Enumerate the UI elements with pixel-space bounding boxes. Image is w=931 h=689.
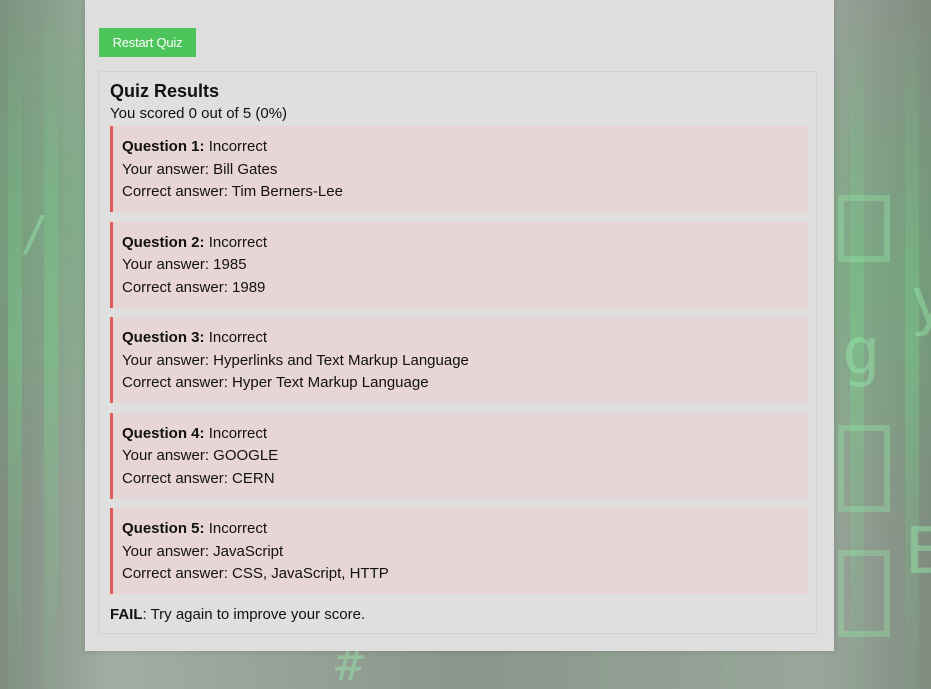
quiz-results-box: Quiz Results You scored 0 out of 5 (0%) … xyxy=(99,71,817,634)
question-result-item: Question 4: Incorrect Your answer: GOOGL… xyxy=(110,412,808,499)
your-answer: Your answer: 1985 xyxy=(122,256,247,274)
question-label: Question 2: xyxy=(122,233,205,251)
question-result-item: Question 1: Incorrect Your answer: Bill … xyxy=(110,126,808,212)
correct-answer: Correct answer: CSS, JavaScript, HTTP xyxy=(122,565,389,583)
verdict-text: : Try again to improve your score. xyxy=(142,606,366,623)
quiz-panel: Restart Quiz Quiz Results You scored 0 o… xyxy=(85,0,834,651)
score-summary: You scored 0 out of 5 (0%) xyxy=(110,105,288,122)
your-answer: Your answer: GOOGLE xyxy=(122,447,279,465)
question-status: Incorrect xyxy=(208,424,268,442)
question-result-item: Question 2: Incorrect Your answer: 1985 … xyxy=(110,221,808,308)
question-status: Incorrect xyxy=(208,520,268,538)
results-title: Quiz Results xyxy=(110,81,220,101)
correct-answer: Correct answer: Hyper Text Markup Langua… xyxy=(122,374,429,392)
verdict-message: FAIL: Try again to improve your score. xyxy=(110,606,365,623)
question-results-list: Question 1: Incorrect Your answer: Bill … xyxy=(110,126,808,604)
question-status: Incorrect xyxy=(208,233,268,251)
question-status: Incorrect xyxy=(208,329,268,347)
question-result-item: Question 3: Incorrect Your answer: Hyper… xyxy=(110,317,808,404)
your-answer: Your answer: JavaScript xyxy=(122,542,284,560)
question-result-item: Question 5: Incorrect Your answer: JavaS… xyxy=(110,508,808,595)
correct-answer: Correct answer: 1989 xyxy=(122,278,266,296)
question-label: Question 1: xyxy=(122,138,205,155)
question-label: Question 4: xyxy=(122,424,205,442)
correct-answer: Correct answer: Tim Berners-Lee xyxy=(122,183,343,200)
correct-answer: Correct answer: CERN xyxy=(122,469,275,487)
your-answer: Your answer: Bill Gates xyxy=(122,160,278,178)
your-answer: Your answer: Hyperlinks and Text Markup … xyxy=(122,351,469,369)
question-label: Question 3: xyxy=(122,329,205,347)
question-status: Incorrect xyxy=(208,138,268,155)
question-label: Question 5: xyxy=(122,520,205,538)
verdict-label: FAIL xyxy=(110,606,143,623)
restart-quiz-button[interactable]: Restart Quiz xyxy=(99,28,196,57)
